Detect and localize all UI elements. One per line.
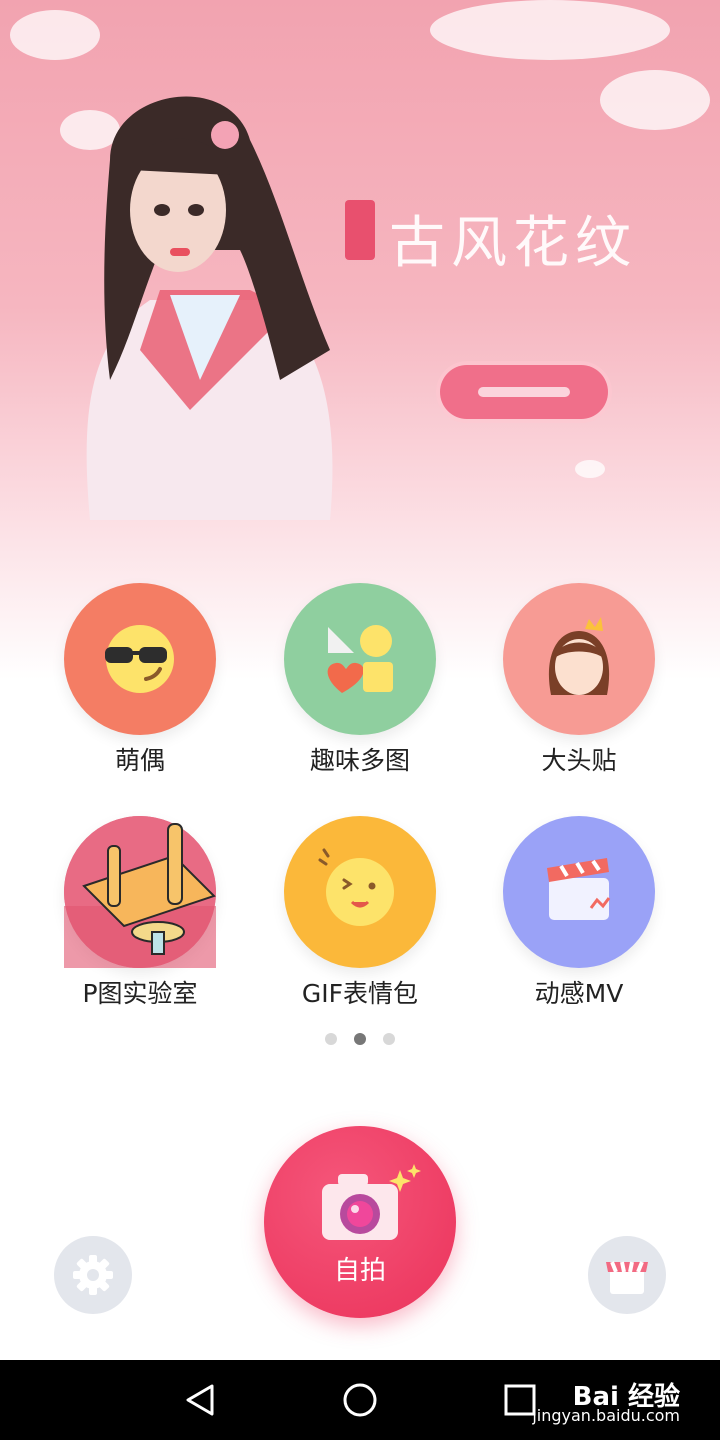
page-dot-active[interactable] — [354, 1033, 366, 1045]
feature-lab[interactable]: P图实验室 — [30, 816, 250, 1010]
store-button[interactable] — [588, 1236, 666, 1314]
gear-icon — [73, 1255, 113, 1295]
banner-title-text: 古风花纹 — [389, 211, 637, 276]
home-icon[interactable] — [342, 1382, 378, 1418]
seal-stamp — [345, 200, 375, 260]
selfie-button[interactable]: 自拍 — [264, 1126, 456, 1318]
watermark-site: jingyan.baidu.com — [532, 1406, 680, 1425]
sunglasses-emoji-icon — [64, 583, 216, 735]
page-dot[interactable] — [383, 1033, 396, 1045]
page-dot[interactable] — [324, 1033, 337, 1045]
settings-button[interactable] — [54, 1236, 132, 1314]
shapes-icon — [284, 583, 436, 735]
feature-mengou[interactable]: 萌偶 — [30, 583, 250, 777]
model-photo — [86, 96, 333, 520]
smiley-icon — [284, 816, 436, 968]
princess-face-icon — [503, 583, 655, 735]
feature-label: 动感MV — [534, 979, 624, 1008]
feature-label: 大头贴 — [541, 746, 617, 775]
feature-label: GIF表情包 — [301, 979, 419, 1008]
feature-label: 萌偶 — [114, 746, 165, 775]
selfie-label: 自拍 — [333, 1256, 386, 1286]
blossom-decoration — [600, 70, 710, 130]
feature-multi-image[interactable]: 趣味多图 — [250, 583, 470, 777]
feature-label: P图实验室 — [82, 979, 198, 1008]
shop-icon — [606, 1261, 648, 1294]
clapperboard-icon — [503, 816, 655, 968]
hero-banner[interactable]: 古风花纹 — [0, 0, 720, 680]
sketch-lab-icon — [64, 816, 216, 968]
page-indicator — [0, 1030, 720, 1049]
feature-mv[interactable]: 动感MV — [469, 816, 689, 1010]
banner-title: 古风花纹 — [345, 190, 705, 276]
blossom-decoration — [430, 0, 670, 60]
feature-label: 趣味多图 — [309, 746, 410, 775]
feature-sticker[interactable]: 大头贴 — [469, 583, 689, 777]
feature-gif[interactable]: GIF表情包 — [250, 816, 470, 1010]
camera-icon — [322, 1164, 421, 1240]
blossom-decoration — [10, 10, 100, 60]
blossom-decoration — [575, 460, 605, 478]
banner-cta-button[interactable] — [440, 365, 608, 419]
back-icon[interactable] — [182, 1382, 218, 1418]
